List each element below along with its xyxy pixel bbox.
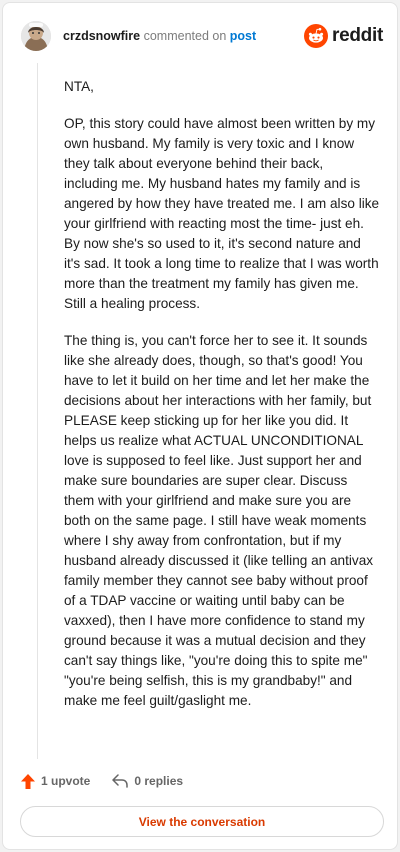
post-link[interactable]: post [230,29,256,43]
comment-body: NTA, OP, this story could have almost be… [64,77,380,728]
thread-line [37,63,38,759]
comment-paragraph: OP, this story could have almost been wr… [64,116,380,311]
action-text: commented on [143,29,227,43]
comment-paragraph: The thing is, you can't force her to see… [64,333,374,708]
comment-paragraph: NTA, [64,79,94,94]
comment-header: crzdsnowfire commented on post reddit [21,21,383,55]
replies-button[interactable]: 0 replies [112,774,183,788]
reddit-wordmark: reddit [332,25,383,46]
upvote-button[interactable]: 1 upvote [21,773,91,789]
reddit-logo-icon [304,24,329,48]
reply-icon [112,774,129,788]
reply-count: 0 replies [134,774,184,788]
comment-actions: 1 upvote 0 replies [21,771,183,791]
avatar[interactable] [21,21,51,51]
view-conversation-button[interactable]: View the conversation [20,806,384,837]
reddit-logo[interactable]: reddit [304,23,383,49]
upvote-arrow-icon [21,773,35,789]
upvote-count: 1 upvote [41,774,91,788]
username[interactable]: crzdsnowfire [63,29,140,43]
comment-card: crzdsnowfire commented on post reddit NT… [2,2,398,850]
comment-meta: crzdsnowfire commented on post [63,29,256,43]
